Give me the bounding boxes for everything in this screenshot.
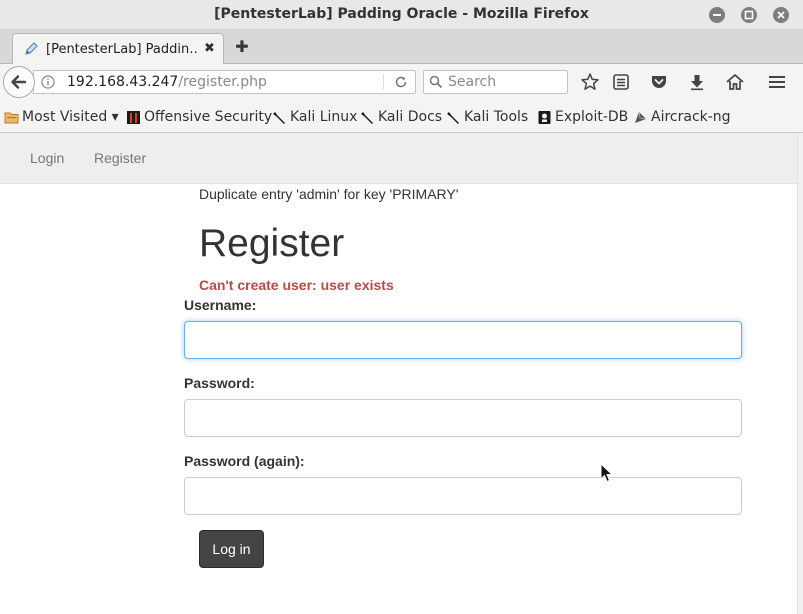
nav-register-link[interactable]: Register: [94, 150, 146, 166]
bookmark-most-visited[interactable]: Most Visited ▾: [4, 108, 119, 126]
site-info-icon[interactable]: [41, 75, 55, 89]
nav-login-link[interactable]: Login: [30, 150, 64, 166]
bookmark-kali-linux[interactable]: Kali Linux: [272, 108, 357, 126]
pocket-button[interactable]: [649, 72, 669, 92]
kali-dragon-icon: [447, 111, 459, 124]
bookmark-kali-docs[interactable]: Kali Docs: [360, 108, 442, 126]
star-icon: [581, 73, 599, 90]
password-input[interactable]: [184, 399, 742, 437]
password-again-label: Password (again):: [184, 453, 305, 469]
minimize-button[interactable]: [709, 7, 725, 23]
password-label: Password:: [184, 375, 255, 391]
username-input[interactable]: [184, 321, 742, 359]
bookmark-label: Most Visited ▾: [22, 109, 119, 125]
search-input[interactable]: [448, 73, 563, 91]
url-bar[interactable]: 192.168.43.247/register.php: [33, 70, 416, 94]
page-title: Register: [199, 222, 345, 265]
login-button[interactable]: Log in: [199, 530, 264, 568]
tab-pentesterlab[interactable]: [PentesterLab] Paddin… ✖: [12, 33, 224, 64]
aircrack-icon: [635, 111, 647, 123]
kali-dragon-icon: [273, 111, 285, 124]
search-box[interactable]: [423, 70, 568, 94]
sql-error-message: Duplicate entry 'admin' for key 'PRIMARY…: [199, 186, 459, 202]
bookmark-label: Kali Docs: [378, 109, 443, 125]
close-icon: [777, 11, 785, 19]
back-arrow-icon: [11, 75, 27, 89]
url-text[interactable]: 192.168.43.247/register.php: [67, 74, 267, 90]
window-title: [PentesterLab] Padding Oracle - Mozilla …: [214, 6, 589, 22]
exploitdb-icon: [538, 110, 551, 124]
reload-icon[interactable]: [394, 75, 408, 89]
error-message: Can't create user: user exists: [199, 277, 394, 293]
bookmark-aircrack-ng[interactable]: Aircrack-ng: [633, 108, 731, 126]
offsec-icon: [127, 110, 140, 124]
page-scrollbar[interactable]: [797, 133, 803, 614]
bookmark-label: Kali Tools: [464, 109, 529, 125]
bookmark-offensive-security[interactable]: Offensive Security: [126, 108, 272, 126]
pocket-icon: [652, 76, 666, 88]
window-titlebar: [PentesterLab] Padding Oracle - Mozilla …: [0, 0, 803, 30]
pencil-icon: [25, 42, 38, 55]
bookmark-label: Kali Linux: [290, 109, 358, 125]
site-navbar: Login Register: [0, 133, 797, 184]
maximize-button[interactable]: [741, 7, 757, 23]
home-icon: [726, 74, 744, 90]
page-content: Login Register Duplicate entry 'admin' f…: [0, 133, 803, 614]
bookmark-star-button[interactable]: [580, 72, 600, 92]
bookmark-exploit-db[interactable]: Exploit-DB: [537, 108, 628, 126]
search-icon: [429, 75, 443, 89]
mouse-cursor-icon: [600, 463, 614, 483]
close-window-button[interactable]: [773, 7, 789, 23]
url-path: /register.php: [178, 74, 267, 90]
url-divider: [383, 74, 384, 90]
password-again-input[interactable]: [184, 477, 742, 515]
url-host: 192.168.43.247: [67, 74, 179, 90]
home-button[interactable]: [725, 72, 745, 92]
username-label: Username:: [184, 297, 257, 313]
back-button[interactable]: [3, 66, 35, 98]
tab-title: [PentesterLab] Paddin…: [46, 42, 198, 57]
download-arrow-icon: [691, 75, 703, 91]
minimize-icon: [713, 14, 721, 16]
bookmarks-toolbar: Most Visited ▾ Offensive Security Kali L…: [0, 100, 803, 133]
tab-close-icon[interactable]: ✖: [204, 41, 215, 56]
new-tab-button[interactable]: ✚: [234, 39, 250, 55]
tab-strip: [PentesterLab] Paddin… ✖: [0, 30, 803, 64]
kali-dragon-icon: [361, 111, 373, 124]
hamburger-menu-icon: [769, 76, 785, 88]
reading-list-icon: [613, 74, 629, 90]
bookmark-kali-tools[interactable]: Kali Tools: [446, 108, 528, 126]
maximize-icon: [744, 10, 754, 20]
reader-list-button[interactable]: [611, 72, 631, 92]
downloads-button[interactable]: [687, 72, 707, 92]
bookmark-label: Aircrack-ng: [651, 109, 731, 125]
bookmark-label: Exploit-DB: [555, 109, 629, 125]
folder-icon: [4, 112, 19, 123]
navigation-toolbar: 192.168.43.247/register.php: [0, 64, 803, 100]
bookmark-label: Offensive Security: [144, 109, 273, 125]
menu-button[interactable]: [767, 72, 787, 92]
